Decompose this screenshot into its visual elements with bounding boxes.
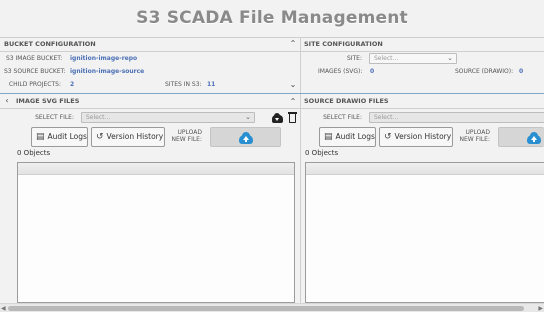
images-value: 0: [370, 68, 375, 75]
image-bucket-label: S3 IMAGE BUCKET:: [6, 55, 63, 62]
drawio-upload-button[interactable]: [498, 127, 544, 147]
site-config-header: SITE CONFIGURATION: [304, 40, 383, 48]
svg-object-count: 0 Objects: [17, 149, 51, 157]
site-label: SITE:: [346, 55, 362, 62]
trash-icon[interactable]: [287, 112, 297, 123]
drawio-panel-header: SOURCE DRAWIO FILES: [304, 97, 389, 105]
scroll-left-icon[interactable]: ◀: [1, 305, 6, 312]
viewer-toolbar: [306, 163, 544, 175]
svg-file-select[interactable]: Select... ⌄: [81, 112, 255, 123]
chevron-up-icon[interactable]: ⌃: [289, 40, 297, 48]
drawio-upload-label: UPLOAD NEW FILE:: [454, 129, 491, 143]
scrollbar-thumb[interactable]: [8, 306, 524, 311]
divider: [300, 37, 301, 93]
drawio-select-file-label: SELECT FILE:: [323, 114, 362, 121]
source-value: 0: [519, 68, 524, 75]
svg-file-viewer[interactable]: [17, 162, 295, 303]
chevron-down-icon: ⌄: [447, 54, 453, 62]
svg-upload-label: UPLOAD NEW FILE:: [166, 129, 203, 143]
viewer-toolbar: [18, 163, 294, 175]
version-history-label: Version History: [394, 132, 452, 141]
drawio-file-select-value: Select...: [374, 114, 399, 121]
source-bucket-label: S3 SOURCE BUCKET:: [4, 68, 66, 75]
drawio-object-count: 0 Objects: [305, 149, 339, 157]
list-icon: ▤: [36, 132, 45, 142]
cloud-upload-icon: [239, 132, 253, 144]
svg-select-file-label: SELECT FILE:: [35, 114, 74, 121]
divider: [0, 108, 544, 109]
chevron-down-icon: ⌄: [245, 113, 251, 121]
bucket-config-header: BUCKET CONFIGURATION: [4, 40, 96, 48]
audit-logs-label: Audit Logs: [335, 132, 375, 141]
svg-version-history-button[interactable]: ↺ Version History: [91, 127, 165, 147]
cloud-download-icon[interactable]: [272, 113, 283, 123]
drawio-version-history-button[interactable]: ↺ Version History: [379, 127, 453, 147]
child-projects-value: 2: [70, 81, 75, 88]
divider: [300, 51, 544, 52]
upload-label-line2: NEW FILE:: [171, 136, 203, 143]
chevron-left-icon[interactable]: ‹: [3, 97, 11, 105]
divider: [0, 93, 544, 94]
svg-file-select-value: Select...: [86, 114, 111, 121]
site-select[interactable]: Select... ⌄: [369, 53, 457, 64]
page-title: S3 SCADA File Management: [136, 8, 408, 28]
upload-label-line1: UPLOAD: [177, 129, 202, 136]
svg-panel-header: IMAGE SVG FILES: [16, 97, 80, 105]
horizontal-scrollbar[interactable]: ◀ ▶: [0, 303, 544, 312]
site-select-value: Select...: [374, 55, 399, 62]
svg-audit-logs-button[interactable]: ▤ Audit Logs: [31, 127, 88, 147]
scroll-right-icon[interactable]: ▶: [538, 305, 543, 312]
source-label: SOURCE (DRAWIO):: [455, 68, 514, 75]
sites-value: 11: [207, 81, 216, 88]
history-icon: ↺: [384, 132, 392, 142]
audit-logs-label: Audit Logs: [47, 132, 87, 141]
history-icon: ↺: [96, 132, 104, 142]
divider: [0, 51, 300, 52]
sites-label: SITES IN S3:: [165, 81, 202, 88]
list-icon: ▤: [324, 132, 333, 142]
drawio-file-viewer[interactable]: [305, 162, 544, 303]
upload-label-line1: UPLOAD: [465, 129, 490, 136]
chevron-down-icon[interactable]: ⌄: [289, 81, 297, 89]
upload-label-line2: NEW FILE:: [459, 136, 491, 143]
image-bucket-value: ignition-image-repo: [70, 55, 138, 62]
source-bucket-value: ignition-image-source: [70, 68, 145, 75]
child-projects-label: CHILD PROJECTS:: [8, 81, 61, 88]
drawio-file-select[interactable]: Select...: [369, 112, 544, 123]
chevron-up-icon[interactable]: ⌃: [289, 98, 297, 106]
drawio-audit-logs-button[interactable]: ▤ Audit Logs: [319, 127, 376, 147]
divider: [300, 94, 301, 303]
images-label: IMAGES (SVG):: [318, 68, 363, 75]
svg-upload-button[interactable]: [210, 127, 281, 147]
cloud-upload-icon: [527, 132, 541, 144]
version-history-label: Version History: [106, 132, 164, 141]
